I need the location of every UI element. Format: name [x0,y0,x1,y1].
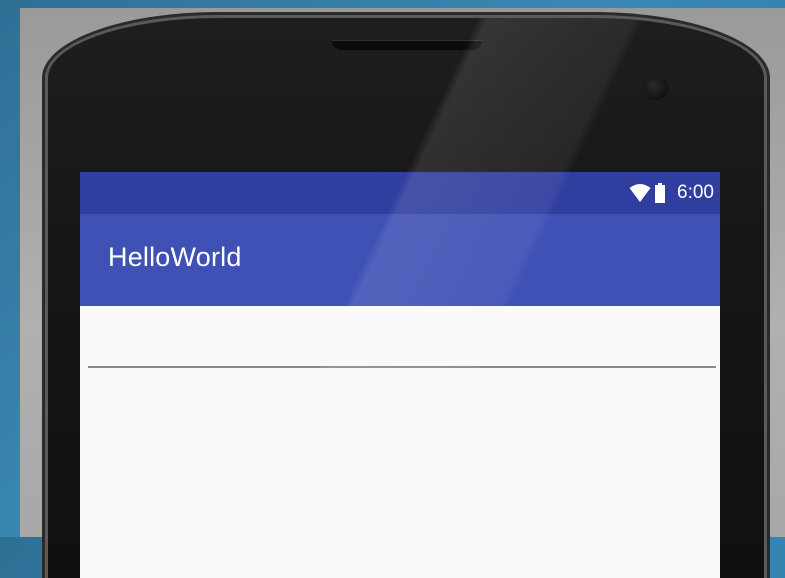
front-camera-icon [644,76,668,100]
status-clock: 6:00 [677,182,714,203]
status-icons: 6:00 [629,178,714,208]
edit-text-field[interactable] [88,326,716,368]
app-title: HelloWorld [108,242,242,272]
phone-device-frame: 6:00 HelloWorld [48,18,764,578]
app-toolbar: HelloWorld [80,214,720,306]
wifi-icon [629,184,651,202]
status-bar: 6:00 [80,172,720,214]
phone-screen: 6:00 HelloWorld [80,172,720,578]
earpiece-speaker [332,40,482,50]
main-content [80,306,720,578]
battery-icon [655,183,666,203]
